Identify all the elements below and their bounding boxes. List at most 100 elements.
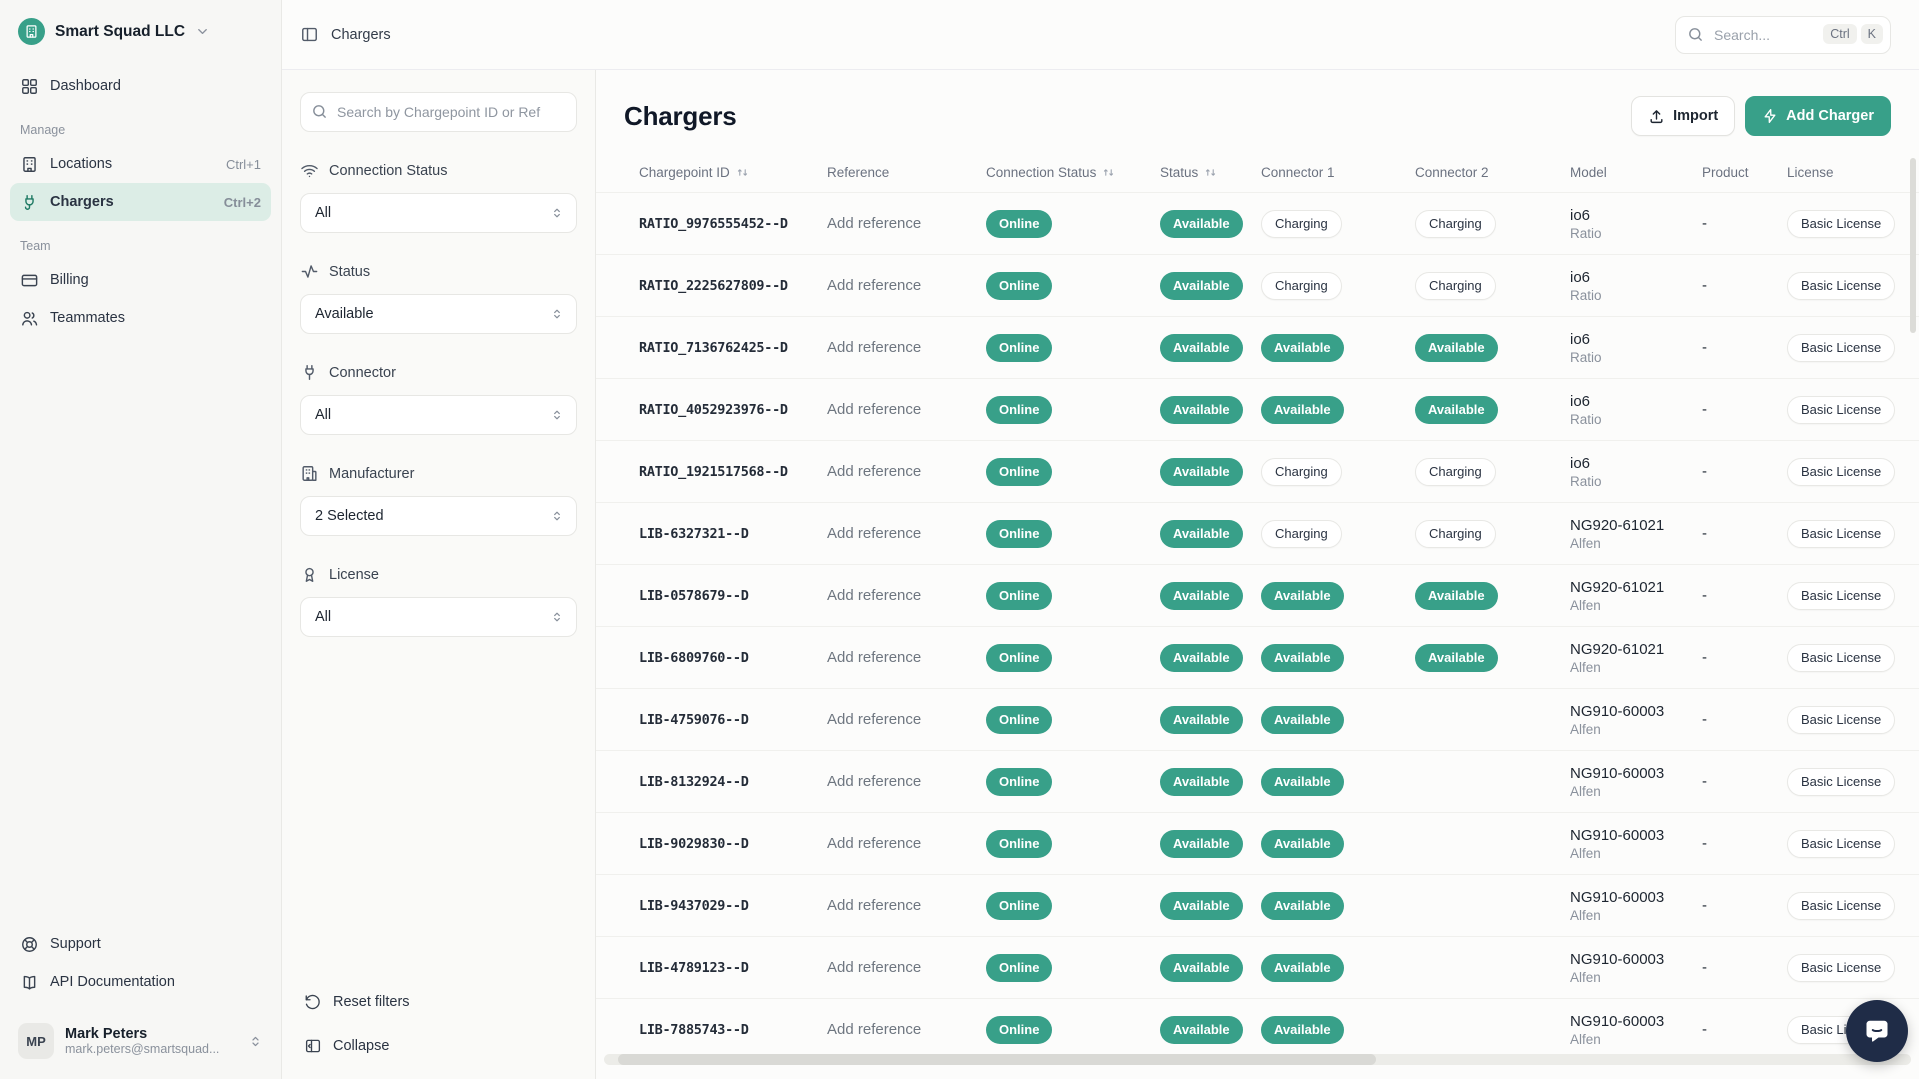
license-cell: Basic License [1787, 272, 1919, 300]
status-badge: Available [1160, 1016, 1243, 1044]
table-row[interactable]: LIB-9437029--D Add reference Online Avai… [596, 874, 1919, 936]
connector2-badge: Available [1415, 334, 1498, 362]
add-reference-link[interactable]: Add reference [827, 277, 921, 294]
add-reference-link[interactable]: Add reference [827, 215, 921, 232]
horizontal-scrollbar-thumb[interactable] [618, 1054, 1376, 1065]
reset-filters-button[interactable]: Reset filters [300, 983, 582, 1021]
table-row[interactable]: LIB-4789123--D Add reference Online Avai… [596, 936, 1919, 998]
connector1-cell: Available [1261, 644, 1415, 672]
add-reference-link[interactable]: Add reference [827, 959, 921, 976]
table-row[interactable]: RATIO_7136762425--D Add reference Online… [596, 316, 1919, 378]
vertical-scrollbar[interactable] [1910, 158, 1916, 333]
license-select[interactable]: All [300, 597, 577, 637]
reset-filters-label: Reset filters [333, 994, 410, 1010]
add-reference-link[interactable]: Add reference [827, 587, 921, 604]
product-cell: - [1702, 401, 1787, 418]
import-button[interactable]: Import [1631, 96, 1735, 136]
add-reference-link[interactable]: Add reference [827, 525, 921, 542]
topbar: Chargers Ctrl K [282, 0, 1919, 70]
sidebar-item-support[interactable]: Support [10, 925, 271, 963]
wifi-icon [300, 161, 319, 180]
add-reference-link[interactable]: Add reference [827, 1021, 921, 1038]
sidebar-item-dashboard[interactable]: Dashboard [10, 67, 271, 105]
table-row[interactable]: RATIO_9976555452--D Add reference Online… [596, 192, 1919, 254]
sidebar-item-api-documentation[interactable]: API Documentation [10, 963, 271, 1001]
sidebar-item-billing[interactable]: Billing [10, 261, 271, 299]
connection-status-cell: Online [986, 272, 1160, 300]
model-name: io6 [1570, 207, 1702, 224]
filter-group-license: License All [300, 565, 577, 637]
status-badge: Available [1160, 520, 1243, 548]
product-cell: - [1702, 711, 1787, 728]
manufacturer-select[interactable]: 2 Selected [300, 496, 577, 536]
chat-widget-button[interactable] [1846, 1000, 1908, 1062]
status-select[interactable]: Available [300, 294, 577, 334]
connection-status-cell: Online [986, 954, 1160, 982]
collapse-panel-button[interactable]: Collapse [300, 1027, 582, 1065]
add-reference-link[interactable]: Add reference [827, 649, 921, 666]
connection-status-select[interactable]: All [300, 193, 577, 233]
col-license: License [1787, 165, 1919, 180]
connection-status-badge: Online [986, 334, 1052, 362]
product-cell: - [1702, 773, 1787, 790]
org-switcher[interactable]: Smart Squad LLC [10, 10, 271, 53]
filter-search-input[interactable] [300, 92, 577, 132]
connector2-badge: Charging [1415, 272, 1496, 300]
col-chargepoint-id[interactable]: Chargepoint ID [639, 165, 827, 180]
add-reference-link[interactable]: Add reference [827, 711, 921, 728]
global-search-input[interactable] [1675, 16, 1891, 54]
connector-select[interactable]: All [300, 395, 577, 435]
connector1-cell: Charging [1261, 520, 1415, 548]
status-cell: Available [1160, 1016, 1261, 1044]
filter-group-manufacturer: Manufacturer 2 Selected [300, 464, 577, 536]
building-logo-icon [18, 18, 45, 45]
table-row[interactable]: RATIO_4052923976--D Add reference Online… [596, 378, 1919, 440]
license-cell: Basic License [1787, 582, 1919, 610]
model-name: NG910-60003 [1570, 765, 1702, 782]
add-reference-link[interactable]: Add reference [827, 401, 921, 418]
table-row[interactable]: LIB-7885743--D Add reference Online Avai… [596, 998, 1919, 1060]
user-menu[interactable]: MP Mark Peters mark.peters@smartsquad... [10, 1015, 271, 1067]
sidebar-item-locations[interactable]: Locations Ctrl+1 [10, 145, 271, 183]
panel-left-icon[interactable] [300, 25, 319, 44]
filter-search[interactable] [300, 92, 577, 132]
table-row[interactable]: LIB-6327321--D Add reference Online Avai… [596, 502, 1919, 564]
col-connection-status[interactable]: Connection Status [986, 165, 1160, 180]
table-row[interactable]: LIB-0578679--D Add reference Online Avai… [596, 564, 1919, 626]
connector1-cell: Available [1261, 768, 1415, 796]
sidebar-item-teammates[interactable]: Teammates [10, 299, 271, 337]
table-row[interactable]: LIB-6809760--D Add reference Online Avai… [596, 626, 1919, 688]
table-row[interactable]: LIB-4759076--D Add reference Online Avai… [596, 688, 1919, 750]
add-reference-link[interactable]: Add reference [827, 897, 921, 914]
col-status[interactable]: Status [1160, 165, 1261, 180]
horizontal-scrollbar[interactable] [604, 1054, 1911, 1065]
table-row[interactable]: LIB-9029830--D Add reference Online Avai… [596, 812, 1919, 874]
add-reference-link[interactable]: Add reference [827, 835, 921, 852]
connector2-cell: Charging [1415, 458, 1570, 486]
status-badge: Available [1160, 954, 1243, 982]
chargepoint-id: LIB-6809760--D [639, 650, 827, 666]
col-reference: Reference [827, 165, 986, 180]
sidebar-nav: Dashboard Manage Locations Ctrl+1 Charge… [10, 67, 271, 337]
table-row[interactable]: RATIO_2225627809--D Add reference Online… [596, 254, 1919, 316]
chargepoint-id: RATIO_7136762425--D [639, 340, 827, 356]
chargepoint-id: LIB-8132924--D [639, 774, 827, 790]
table-row[interactable]: LIB-8132924--D Add reference Online Avai… [596, 750, 1919, 812]
avatar: MP [18, 1023, 54, 1059]
add-reference-link[interactable]: Add reference [827, 463, 921, 480]
table-row[interactable]: RATIO_1921517568--D Add reference Online… [596, 440, 1919, 502]
status-cell: Available [1160, 582, 1261, 610]
connector2-cell: Available [1415, 582, 1570, 610]
model-name: NG910-60003 [1570, 951, 1702, 968]
model-name: io6 [1570, 393, 1702, 410]
global-search[interactable]: Ctrl K [1675, 16, 1891, 54]
add-reference-link[interactable]: Add reference [827, 773, 921, 790]
connector1-badge: Available [1261, 830, 1344, 858]
connector1-cell: Available [1261, 334, 1415, 362]
connection-status-cell: Online [986, 396, 1160, 424]
add-reference-link[interactable]: Add reference [827, 339, 921, 356]
connector1-cell: Charging [1261, 272, 1415, 300]
sidebar-item-chargers[interactable]: Chargers Ctrl+2 [10, 183, 271, 221]
add-charger-button[interactable]: Add Charger [1745, 96, 1891, 136]
status-cell: Available [1160, 210, 1261, 238]
